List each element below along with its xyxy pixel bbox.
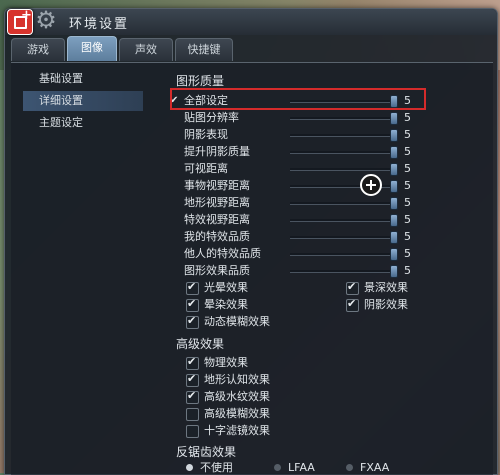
title-bar[interactable]: + ⚙ 环境设置 [5,6,497,35]
quality-slider[interactable] [290,151,396,154]
quality-label: 贴图分辨率 [184,111,239,124]
slider-thumb[interactable] [390,231,398,244]
quality-label: 可视距离 [184,162,228,175]
tab-graphics[interactable]: 图像 [67,36,117,61]
quality-slider[interactable] [290,236,396,239]
check-icon: ✔ [187,314,197,327]
quality-slider[interactable] [290,219,396,222]
quality-row: 提升阴影质量 5 [168,144,411,160]
quality-value: 5 [404,111,411,124]
check-icon: ✔ [187,280,197,293]
slider-thumb[interactable] [390,180,398,193]
cursor-plus-icon [360,174,382,196]
quality-label: 图形效果品质 [184,264,250,277]
sidebar-item-detailed[interactable]: 详细设置 [23,91,143,111]
quality-value: 5 [404,128,411,141]
add-app-icon[interactable]: + [7,9,33,35]
quality-row: 地形视野距离 5 [168,195,411,211]
slider-thumb[interactable] [390,129,398,142]
slider-thumb[interactable] [390,146,398,159]
check-icon: ✔ [347,297,357,310]
tab-sound[interactable]: 声效 [119,38,173,61]
quality-row: 特效视野距离 5 [168,212,411,228]
check-icon: ✔ [187,372,197,385]
quality-row: 我的特效品质 5 [168,229,411,245]
quality-label: 特效视野距离 [184,213,250,226]
advanced-effects-title: 高级效果 [176,337,225,351]
slider-thumb[interactable] [390,197,398,210]
quality-label: 我的特效品质 [184,230,250,243]
quality-slider[interactable] [290,117,396,120]
quality-slider[interactable] [290,168,396,171]
quality-value: 5 [404,247,411,260]
check-icon: ✔ [187,389,197,402]
quality-label: 阴影表现 [184,128,228,141]
quality-slider[interactable] [290,253,396,256]
quality-value: 5 [404,179,411,192]
slider-thumb[interactable] [390,265,398,278]
quality-label: 事物视野距离 [184,179,250,192]
check-icon: ✔ [187,297,197,310]
quality-row: 图形效果品质 5 [168,263,411,279]
tab-game[interactable]: 游戏 [11,38,65,61]
quality-slider[interactable] [290,134,396,137]
slider-thumb[interactable] [390,163,398,176]
quality-value: 5 [404,213,411,226]
quality-label: 他人的特效品质 [184,247,261,260]
quality-slider[interactable] [290,270,396,273]
antialias-title: 反锯齿效果 [176,445,237,459]
tab-hotkeys[interactable]: 快捷键 [175,38,233,61]
gear-icon: ⚙ [35,6,57,34]
check-icon: ✔ [187,355,197,368]
slider-thumb[interactable] [390,214,398,227]
check-icon: ✔ [347,280,357,293]
sidebar-item-theme[interactable]: 主题设定 [23,113,143,133]
sidebar-item-basic[interactable]: 基础设置 [23,69,143,89]
quality-value: 5 [404,230,411,243]
quality-label: 提升阴影质量 [184,145,250,158]
quality-value: 5 [404,196,411,209]
quality-value: 5 [404,145,411,158]
sidebar: 基础设置 详细设置 主题设定 [23,69,143,135]
graphics-quality-title: 图形质量 [176,74,225,88]
quality-row: 他人的特效品质 5 [168,246,411,262]
quality-label: 地形视野距离 [184,196,250,209]
quality-row: 贴图分辨率 5 [168,110,411,126]
slider-thumb[interactable] [390,248,398,261]
slider-thumb[interactable] [390,112,398,125]
quality-slider[interactable] [290,202,396,205]
quality-value: 5 [404,264,411,277]
window-title: 环境设置 [69,17,130,32]
quality-row: 阴影表现 5 [168,127,411,143]
highlight-box [170,88,426,110]
quality-value: 5 [404,162,411,175]
